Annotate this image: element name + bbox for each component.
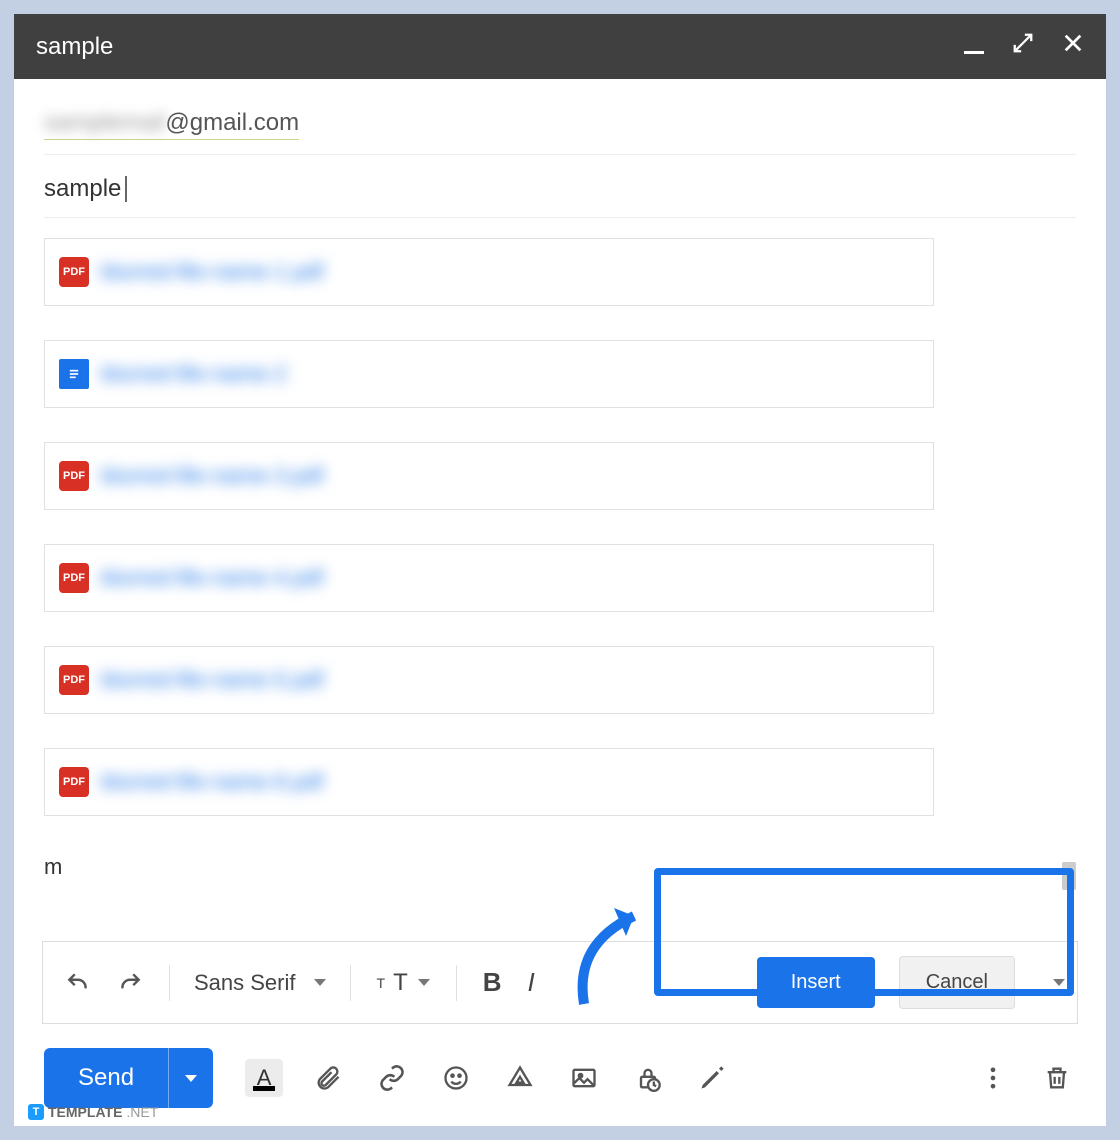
watermark-brand: TEMPLATE	[48, 1104, 122, 1120]
undo-button[interactable]	[55, 962, 101, 1004]
attachment-item[interactable]: blurred-file-name-2	[44, 340, 934, 408]
compose-right-tools	[974, 1059, 1076, 1097]
font-size-select[interactable]: TT	[367, 961, 440, 1005]
attachment-item[interactable]: PDF blurred-file-name-6.pdf	[44, 748, 934, 816]
emoji-button[interactable]	[437, 1059, 475, 1097]
caret-down-icon	[314, 979, 326, 986]
dialog-actions: Insert Cancel	[757, 956, 1065, 1009]
window-title: sample	[36, 33, 113, 61]
redo-button[interactable]	[107, 962, 153, 1004]
attachment-name: blurred-file-name-5.pdf	[101, 667, 324, 693]
attachment-item[interactable]: PDF blurred-file-name-4.pdf	[44, 544, 934, 612]
attachment-item[interactable]: PDF blurred-file-name-5.pdf	[44, 646, 934, 714]
compose-tools: A	[245, 1059, 731, 1097]
recipient-blurred: samplemail	[44, 109, 165, 136]
signature-pen-button[interactable]	[693, 1059, 731, 1097]
caret-down-icon	[185, 1075, 197, 1082]
attachment-list: PDF blurred-file-name-1.pdf blurred-file…	[44, 218, 1076, 929]
confidential-mode-button[interactable]	[629, 1059, 667, 1097]
attachment-name: blurred-file-name-1.pdf	[101, 259, 324, 285]
formatting-toolbar: Sans Serif TT B I Insert Cancel	[42, 941, 1078, 1024]
italic-button[interactable]: I	[518, 959, 545, 1006]
recipient-chip[interactable]: samplemail@gmail.com	[44, 109, 299, 140]
watermark-suffix: .NET	[126, 1104, 158, 1120]
bold-button[interactable]: B	[473, 959, 512, 1006]
attachment-item[interactable]: PDF blurred-file-name-1.pdf	[44, 238, 934, 306]
separator	[350, 965, 351, 1001]
send-button: Send	[44, 1048, 213, 1108]
insert-photo-button[interactable]	[565, 1059, 603, 1097]
font-name: Sans Serif	[194, 970, 296, 996]
attachment-name: blurred-file-name-2	[101, 361, 287, 387]
color-underline-icon	[253, 1086, 275, 1091]
text-color-button[interactable]: A	[245, 1059, 283, 1097]
send-main[interactable]: Send	[44, 1048, 168, 1108]
attach-file-button[interactable]	[309, 1059, 347, 1097]
more-options-button[interactable]	[974, 1059, 1012, 1097]
doc-icon	[59, 359, 89, 389]
subject-field[interactable]: sample	[44, 155, 1076, 218]
titlebar-actions	[964, 32, 1084, 61]
scrollbar-thumb[interactable]	[1062, 862, 1076, 890]
pdf-icon: PDF	[59, 665, 89, 695]
cancel-button[interactable]: Cancel	[899, 956, 1015, 1009]
pdf-icon: PDF	[59, 563, 89, 593]
pdf-icon: PDF	[59, 767, 89, 797]
compose-body: samplemail@gmail.com sample PDF blurred-…	[14, 79, 1106, 929]
font-family-select[interactable]: Sans Serif	[186, 970, 334, 996]
text-cursor	[125, 176, 127, 202]
more-format-caret-icon[interactable]	[1053, 979, 1065, 986]
watermark: T TEMPLATE.NET	[28, 1104, 158, 1120]
body-text[interactable]: m	[44, 850, 1076, 888]
drive-button[interactable]	[501, 1059, 539, 1097]
attachment-item[interactable]: PDF blurred-file-name-3.pdf	[44, 442, 934, 510]
window-titlebar: sample	[14, 14, 1106, 79]
popout-icon[interactable]	[1012, 32, 1034, 61]
compose-bottom-toolbar: Send A	[14, 1024, 1106, 1126]
pdf-icon: PDF	[59, 461, 89, 491]
separator	[169, 965, 170, 1001]
separator	[456, 965, 457, 1001]
compose-window: sample samplemail@gmail.com sample PDF b…	[14, 14, 1106, 1126]
caret-down-icon	[418, 979, 430, 986]
attachment-name: blurred-file-name-4.pdf	[101, 565, 324, 591]
subject-text: sample	[44, 175, 121, 203]
minimize-icon[interactable]	[964, 33, 984, 61]
close-icon[interactable]	[1062, 32, 1084, 61]
insert-link-button[interactable]	[373, 1059, 411, 1097]
attachment-name: blurred-file-name-6.pdf	[101, 769, 324, 795]
pdf-icon: PDF	[59, 257, 89, 287]
recipients-field[interactable]: samplemail@gmail.com	[44, 99, 1076, 155]
insert-button[interactable]: Insert	[757, 957, 875, 1008]
discard-draft-button[interactable]	[1038, 1059, 1076, 1097]
send-options[interactable]	[168, 1048, 213, 1108]
attachment-name: blurred-file-name-3.pdf	[101, 463, 324, 489]
recipient-suffix: @gmail.com	[165, 109, 299, 136]
watermark-badge-icon: T	[28, 1104, 44, 1120]
